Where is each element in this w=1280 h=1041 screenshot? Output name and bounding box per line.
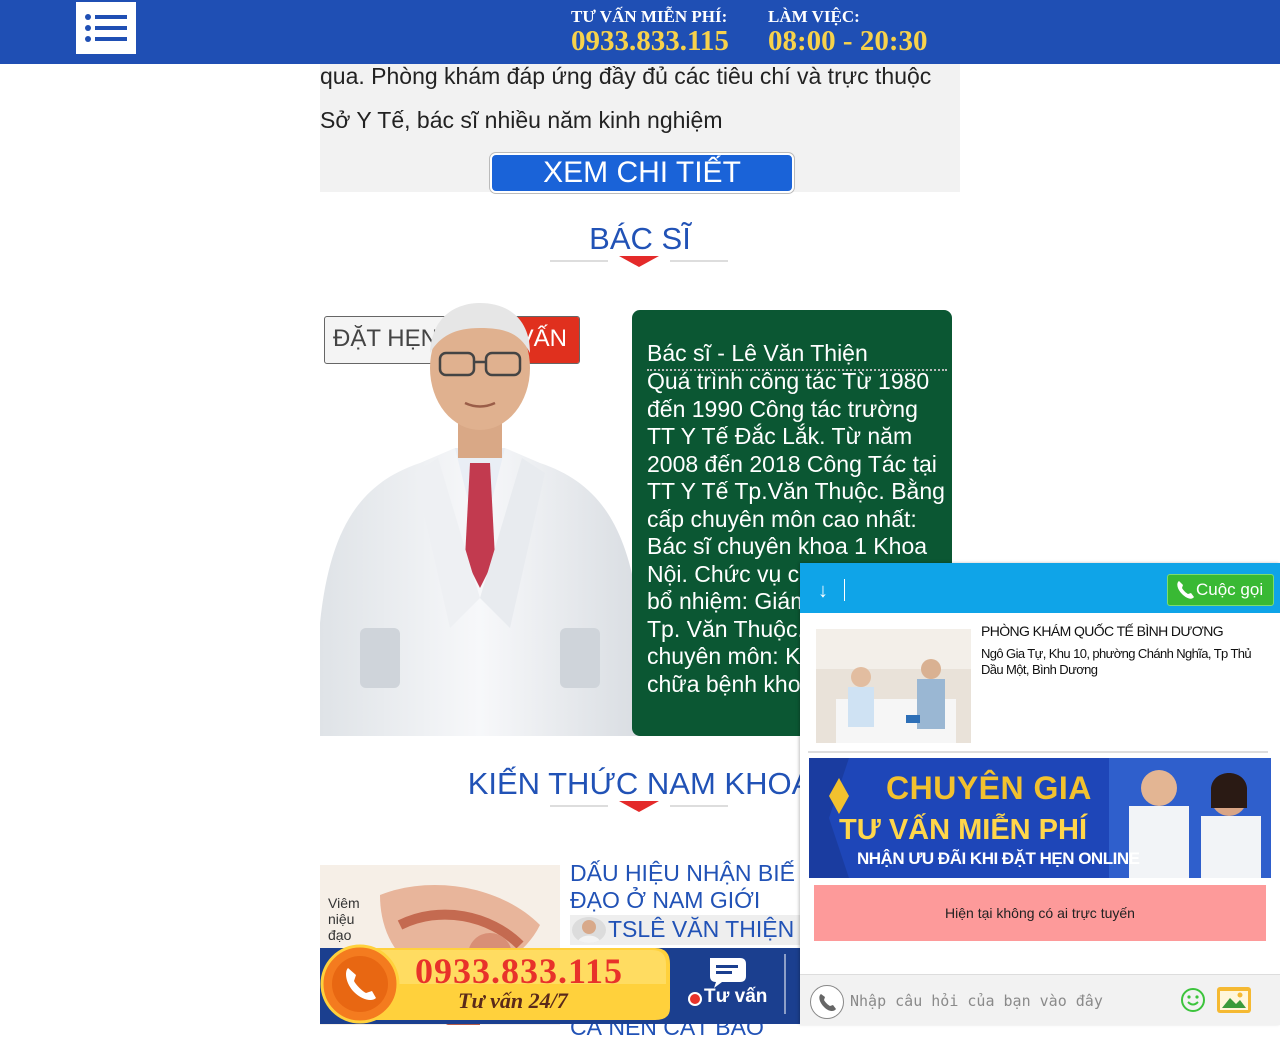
hotline-label: TƯ VẤN MIỄN PHÍ: [571, 7, 728, 26]
top-header: TƯ VẤN MIỄN PHÍ: 0933.833.115 LÀM VIỆC: … [0, 0, 1280, 64]
banner-offer: NHẬN ƯU ĐÃI KHI ĐẶT HẸN ONLINE [857, 849, 1140, 868]
hours-value: 08:00 - 20:30 [768, 25, 928, 57]
hotline-bar[interactable]: 0933.833.115 Tư vấn 24/7 Tư vấn [320, 944, 800, 1024]
chat-message-input[interactable] [848, 985, 1172, 1017]
arrow-down-icon[interactable]: ↓ [818, 581, 834, 601]
doctor-name: Bác sĩ - Lê Văn Thiện [647, 340, 947, 371]
offline-notice: Hiện tại không có ai trực tuyến [814, 885, 1266, 941]
doctors-section-title: BÁC SĨ [589, 221, 691, 256]
banner-title: CHUYÊN GIA [886, 770, 1092, 806]
phone-call-icon[interactable] [810, 985, 844, 1019]
chat-widget: ↓ Cuộc gọi PHÒNG KHÁM QUỐC TẾ BÌNH DƯƠNG… [800, 563, 1280, 1025]
bottom-hotline-number[interactable]: 0933.833.115 [415, 950, 623, 992]
article-image-label: Viêm niệu đạo [328, 895, 360, 943]
call-button-label: Cuộc gọi [1196, 580, 1264, 599]
section-divider [550, 256, 728, 268]
clinic-name: PHÒNG KHÁM QUỐC TẾ BÌNH DƯƠNG [981, 623, 1224, 639]
image-upload-icon[interactable] [1216, 984, 1252, 1014]
author-name: TSLÊ VĂN THIỆN [608, 916, 795, 942]
article-title[interactable]: DẤU HIỆU NHẬN BIẾ ĐẠO Ở NAM GIỚI [570, 860, 830, 914]
chat-bubble-icon [710, 958, 746, 988]
hotline-subtitle: Tư vấn 24/7 [458, 988, 568, 1013]
phone-icon [1177, 581, 1194, 599]
hotline-number[interactable]: 0933.833.115 [571, 25, 729, 58]
clinic-photo [816, 629, 971, 743]
view-detail-button[interactable]: XEM CHI TIẾT [490, 153, 794, 193]
section-divider [550, 801, 728, 813]
knowledge-section-title: KIẾN THỨC NAM KHOA [467, 766, 813, 801]
clinic-address: Ngô Gia Tự, Khu 10, phường Chánh Nghĩa, … [981, 646, 1252, 677]
promo-banner[interactable]: CHUYÊN GIA TƯ VẤN MIỄN PHÍ NHẬN ƯU ĐÃI K… [809, 758, 1271, 878]
menu-button[interactable] [76, 2, 136, 54]
doctor-photo [320, 303, 640, 736]
online-dot [688, 992, 702, 1006]
article-author: TSLÊ VĂN THIỆN [570, 915, 820, 945]
hours-label: LÀM VIỆC: [768, 7, 860, 26]
emoji-icon[interactable] [1180, 987, 1206, 1013]
banner-subtitle: TƯ VẤN MIỄN PHÍ [839, 814, 1088, 846]
chat-header: ↓ Cuộc gọi [800, 563, 1280, 613]
intro-line-2: Sở Y Tế, bác sĩ nhiều năm kinh nghiệm [320, 107, 723, 133]
author-avatar [572, 917, 606, 943]
chat-input-bar [800, 974, 1280, 1025]
call-button[interactable]: Cuộc gọi [1167, 574, 1274, 606]
intro-text: qua. Phòng khám đáp ứng đầy đủ các tiêu … [320, 54, 960, 142]
phone-icon [320, 944, 400, 1024]
text-caret [844, 579, 845, 601]
chat-consult-label[interactable]: Tư vấn [704, 986, 767, 1008]
clinic-card: PHÒNG KHÁM QUỐC TẾ BÌNH DƯƠNG Ngô Gia Tự… [808, 621, 1268, 753]
